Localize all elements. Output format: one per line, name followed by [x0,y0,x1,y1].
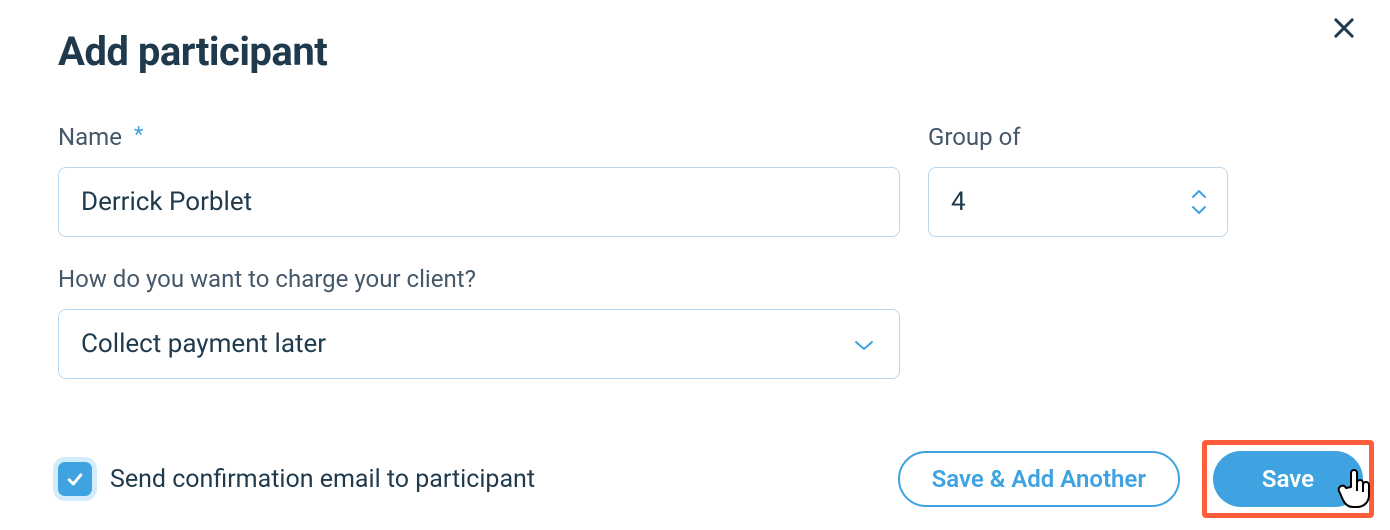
stepper-arrows [1191,168,1207,236]
add-participant-modal: Add participant Name * Group of 4 How do… [0,0,1390,530]
charge-select[interactable]: Collect payment later [58,309,900,379]
save-add-another-button[interactable]: Save & Add Another [898,451,1180,507]
group-value: 4 [951,187,966,217]
check-icon [65,469,85,489]
modal-footer: Send confirmation email to participant S… [58,440,1374,518]
modal-title: Add participant [58,28,1332,75]
name-label-text: Name [58,123,122,151]
actions: Save & Add Another Save [898,440,1374,518]
confirm-email-option: Send confirmation email to participant [58,462,535,496]
chevron-down-icon[interactable] [1191,205,1207,215]
save-button-highlight: Save [1202,440,1374,518]
charge-field: How do you want to charge your client? C… [58,265,900,379]
charge-label: How do you want to charge your client? [58,265,900,293]
form-row: Name * Group of 4 [58,123,1332,237]
name-label: Name * [58,123,900,151]
name-input[interactable] [58,167,900,237]
charge-value: Collect payment later [81,329,326,359]
save-button[interactable]: Save [1213,451,1363,507]
close-icon[interactable] [1330,14,1358,46]
group-field: Group of 4 [928,123,1228,237]
confirm-email-label: Send confirmation email to participant [110,465,535,494]
group-stepper[interactable]: 4 [928,167,1228,237]
required-asterisk: * [134,123,143,148]
name-field: Name * [58,123,900,237]
chevron-down-icon [853,329,875,359]
chevron-up-icon[interactable] [1191,189,1207,199]
group-label: Group of [928,123,1228,151]
confirm-email-checkbox[interactable] [58,462,92,496]
